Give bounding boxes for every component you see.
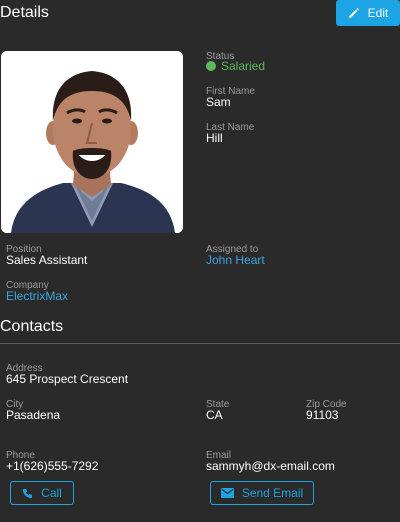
- position-value: Sales Assistant: [6, 253, 88, 267]
- phone-value: +1(626)555-7292: [6, 459, 99, 473]
- edit-label: Edit: [367, 6, 389, 20]
- company-link[interactable]: ElectrixMax: [6, 290, 68, 303]
- envelope-icon: [220, 488, 234, 498]
- edit-button[interactable]: Edit: [336, 0, 400, 26]
- pencil-icon: [348, 8, 359, 18]
- call-label: Call: [41, 486, 62, 500]
- call-button[interactable]: Call: [10, 481, 74, 505]
- state-value: CA: [206, 408, 223, 422]
- email-value: sammyh@dx-email.com: [206, 459, 335, 473]
- send-email-button[interactable]: Send Email: [210, 481, 314, 505]
- assigned-link[interactable]: John Heart: [206, 254, 265, 267]
- address-value: 645 Prospect Crescent: [6, 372, 129, 386]
- details-title: Details: [0, 4, 49, 21]
- status-dot-icon: [206, 61, 216, 71]
- zip-value: 91103: [306, 408, 339, 422]
- employee-photo: [1, 51, 183, 233]
- contacts-divider: [0, 343, 400, 344]
- send-email-label: Send Email: [241, 486, 304, 500]
- city-value: Pasadena: [6, 408, 61, 422]
- contacts-title: Contacts: [0, 318, 64, 335]
- last-name-value: Hill: [206, 131, 223, 145]
- status-value: Salaried: [206, 60, 265, 73]
- phone-icon: [23, 488, 33, 498]
- first-name-value: Sam: [206, 95, 231, 109]
- status-text: Salaried: [221, 59, 266, 73]
